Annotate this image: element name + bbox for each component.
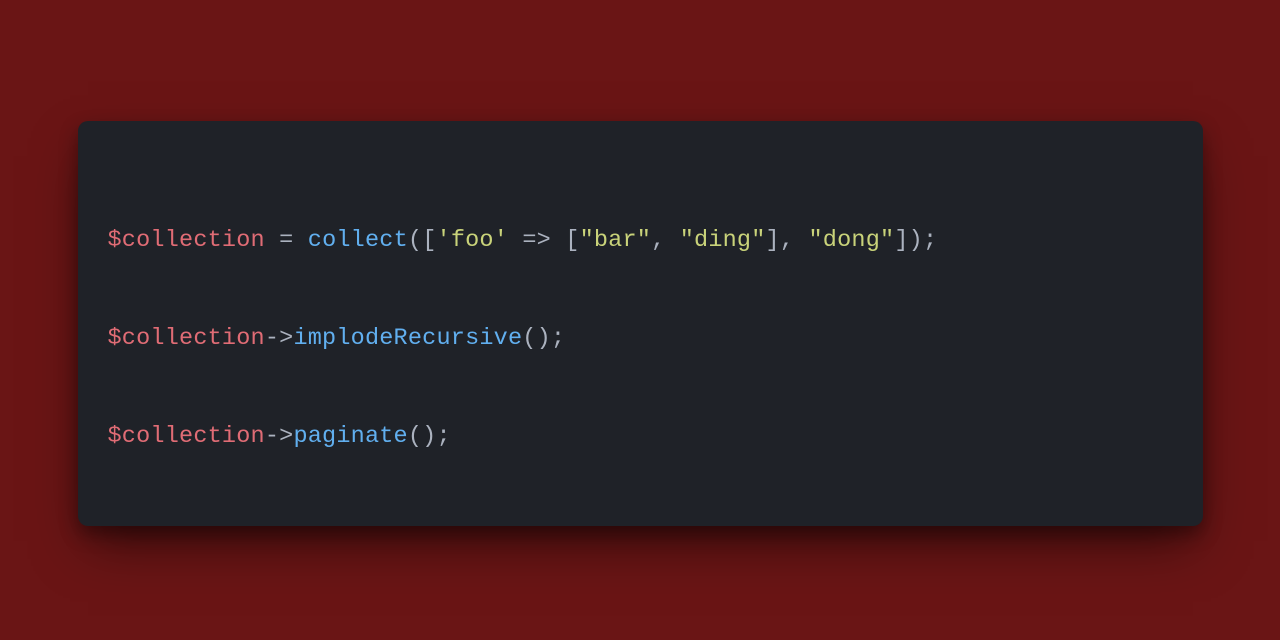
token-string: "ding"	[680, 227, 766, 254]
token-paren-open: (	[522, 325, 536, 352]
token-bracket-close: ]	[894, 227, 908, 254]
token-paren-close: )	[537, 325, 551, 352]
token-fat-arrow: =>	[522, 227, 551, 254]
token-string: "dong"	[808, 227, 894, 254]
token-variable: $collection	[108, 423, 265, 450]
token-paren-open: (	[408, 227, 422, 254]
token-variable: $collection	[108, 227, 265, 254]
code-line-2: $collection->implodeRecursive();	[108, 325, 566, 352]
code-line-1: $collection = collect(['foo' => ["bar", …	[108, 227, 938, 254]
token-function: implodeRecursive	[293, 325, 522, 352]
token-operator-equals: =	[279, 227, 293, 254]
token-paren-open: (	[408, 423, 422, 450]
token-semicolon: ;	[551, 325, 565, 352]
token-bracket-close: ]	[766, 227, 780, 254]
token-paren-close: )	[422, 423, 436, 450]
token-function: collect	[308, 227, 408, 254]
token-comma: ,	[780, 227, 794, 254]
token-variable: $collection	[108, 325, 265, 352]
token-comma: ,	[651, 227, 665, 254]
token-arrow: ->	[265, 423, 294, 450]
token-string: "bar"	[580, 227, 652, 254]
token-semicolon: ;	[436, 423, 450, 450]
token-bracket-open: [	[422, 227, 436, 254]
token-arrow: ->	[265, 325, 294, 352]
token-string: 'foo'	[437, 227, 509, 254]
code-card: $collection = collect(['foo' => ["bar", …	[78, 121, 1203, 526]
token-semicolon: ;	[923, 227, 937, 254]
code-line-3: $collection->paginate();	[108, 423, 451, 450]
token-function: paginate	[293, 423, 407, 450]
code-block: $collection = collect(['foo' => ["bar", …	[108, 216, 1173, 461]
token-bracket-open: [	[565, 227, 579, 254]
token-paren-close: )	[909, 227, 923, 254]
